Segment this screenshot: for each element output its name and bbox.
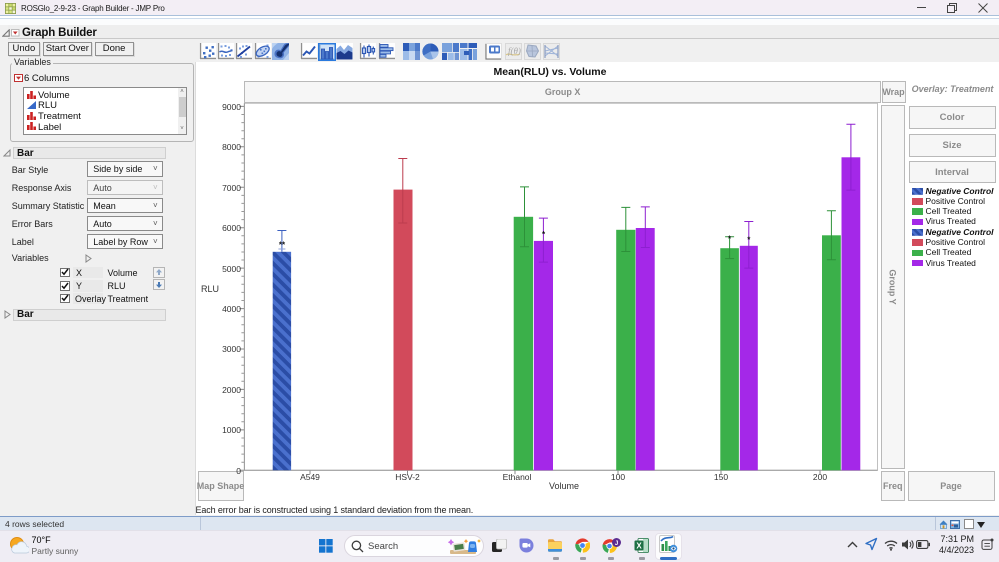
svg-text:J: J	[614, 541, 617, 547]
svg-text:f(θ): f(θ)	[508, 46, 521, 56]
svg-text:X: X	[636, 542, 642, 551]
svg-text:**: **	[279, 241, 286, 250]
